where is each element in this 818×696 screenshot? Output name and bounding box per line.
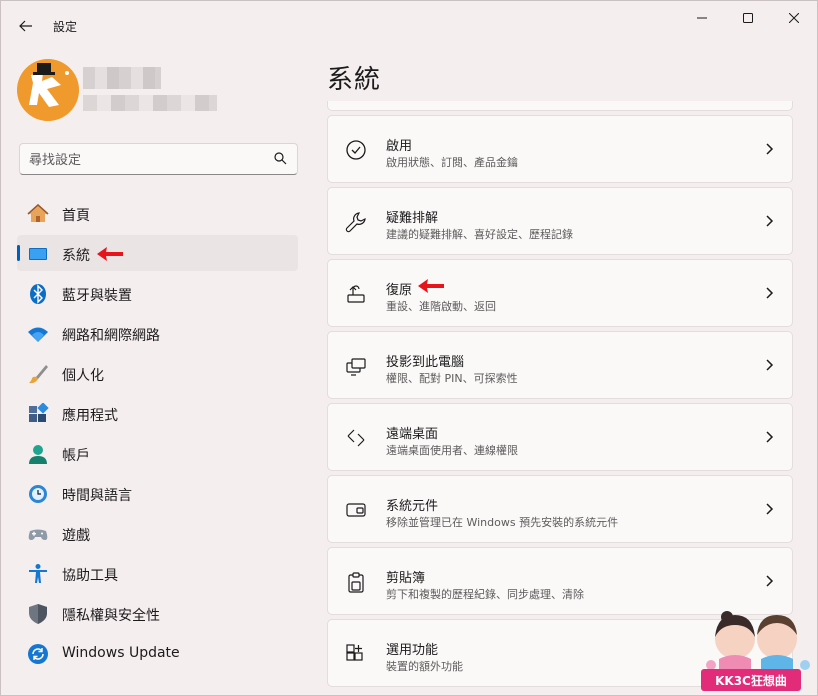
chevron-right-icon — [766, 359, 774, 371]
card-description: 啟用狀態、訂閱、產品金鑰 — [386, 156, 518, 169]
card-description: 裝置的額外功能 — [386, 660, 463, 673]
chevron-right-icon — [766, 575, 774, 587]
nav-label: Windows Update — [62, 645, 180, 661]
nav-item-network[interactable]: 網路和網際網路 — [17, 315, 298, 351]
nav-label: 藍牙與裝置 — [62, 288, 132, 304]
wifi-icon — [27, 323, 49, 345]
maximize-icon — [743, 13, 753, 23]
nav-item-windows-update[interactable]: Windows Update — [17, 635, 298, 671]
nav-label: 網路和網際網路 — [62, 328, 160, 344]
back-arrow-icon — [19, 20, 32, 32]
search-box[interactable] — [19, 143, 298, 175]
card-title: 系統元件 — [386, 499, 439, 514]
home-icon — [27, 203, 49, 225]
nav-item-privacy[interactable]: 隱私權與安全性 — [17, 595, 298, 631]
watermark-characters-icon — [706, 611, 810, 675]
remote-desktop-icon — [344, 426, 368, 450]
nav-item-system[interactable]: 系統 — [17, 235, 298, 271]
chevron-right-icon — [766, 503, 774, 515]
project-icon — [344, 354, 368, 378]
card-description: 重設、進階啟動、返回 — [386, 300, 496, 313]
search-icon[interactable] — [274, 152, 287, 165]
nav-label: 時間與語言 — [62, 488, 132, 504]
account-icon — [27, 443, 49, 465]
user-profile[interactable] — [17, 59, 297, 121]
nav-item-home[interactable]: 首頁 — [17, 195, 298, 231]
windows-update-icon — [27, 643, 49, 665]
optional-features-icon — [344, 642, 368, 666]
nav-item-accessibility[interactable]: 協助工具 — [17, 555, 298, 591]
card-previous-partial — [327, 101, 793, 111]
search-input[interactable] — [29, 150, 259, 170]
apps-icon — [27, 403, 49, 425]
blurred-user-name — [83, 67, 161, 89]
card-title: 復原 — [386, 283, 413, 298]
nav-item-accounts[interactable]: 帳戶 — [17, 435, 298, 471]
accessibility-icon — [27, 563, 49, 585]
clipboard-icon — [344, 570, 368, 594]
nav-label: 個人化 — [62, 368, 104, 384]
settings-window: 設定 尋找設定 首頁 系統 藍牙與裝置 網路和網際網路 個人化 應用程式 帳戶 … — [0, 0, 818, 696]
nav-label: 系統 — [62, 248, 90, 264]
card-description: 權限、配對 PIN、可探索性 — [386, 372, 518, 385]
activation-check-icon — [344, 138, 368, 162]
annotation-arrow-icon — [97, 247, 123, 261]
watermark-text: KK3C狂想曲 — [701, 669, 801, 691]
card-title: 投影到此電腦 — [386, 355, 465, 370]
card-description: 遠端桌面使用者、連線權限 — [386, 444, 518, 457]
nav-item-personalization[interactable]: 個人化 — [17, 355, 298, 391]
watermark-logo: KK3C狂想曲 — [701, 605, 818, 696]
nav-label: 協助工具 — [62, 568, 118, 584]
nav-item-bluetooth[interactable]: 藍牙與裝置 — [17, 275, 298, 311]
blurred-user-email — [83, 95, 217, 111]
close-icon — [789, 13, 799, 23]
chevron-right-icon — [766, 143, 774, 155]
system-display-icon — [27, 243, 49, 265]
nav-label: 隱私權與安全性 — [62, 608, 160, 624]
settings-card-recovery[interactable]: 復原 重設、進階啟動、返回 — [327, 259, 793, 327]
bluetooth-icon — [27, 283, 49, 305]
card-title: 啟用 — [386, 139, 413, 154]
time-language-icon — [27, 483, 49, 505]
chevron-right-icon — [766, 431, 774, 443]
avatar — [17, 59, 79, 121]
settings-card-project[interactable]: 投影到此電腦 權限、配對 PIN、可探索性 — [327, 331, 793, 399]
card-description: 建議的疑難排解、喜好設定、歷程記錄 — [386, 228, 573, 241]
sidebar-nav: 首頁 系統 藍牙與裝置 網路和網際網路 個人化 應用程式 帳戶 時間與語言 遊戲… — [17, 195, 298, 675]
recovery-icon — [344, 282, 368, 306]
minimize-button[interactable] — [679, 1, 725, 35]
settings-card-activation[interactable]: 啟用 啟用狀態、訂閱、產品金鑰 — [327, 115, 793, 183]
minimize-icon — [697, 17, 707, 19]
card-title: 剪貼簿 — [386, 571, 426, 586]
chevron-right-icon — [766, 287, 774, 299]
maximize-button[interactable] — [725, 1, 771, 35]
close-button[interactable] — [771, 1, 817, 35]
nav-label: 首頁 — [62, 208, 90, 224]
paintbrush-icon — [27, 363, 49, 385]
card-title: 選用功能 — [386, 643, 439, 658]
chevron-right-icon — [766, 215, 774, 227]
back-button[interactable] — [11, 11, 41, 41]
app-title: 設定 — [53, 20, 78, 34]
settings-card-troubleshoot[interactable]: 疑難排解 建議的疑難排解、喜好設定、歷程記錄 — [327, 187, 793, 255]
nav-item-gaming[interactable]: 遊戲 — [17, 515, 298, 551]
title-bar: 設定 — [1, 1, 817, 49]
settings-card-remote-desktop[interactable]: 遠端桌面 遠端桌面使用者、連線權限 — [327, 403, 793, 471]
annotation-arrow-icon — [418, 279, 444, 293]
shield-icon — [27, 603, 49, 625]
gamepad-icon — [27, 523, 49, 545]
system-components-icon — [344, 498, 368, 522]
card-title: 疑難排解 — [386, 211, 439, 226]
card-description: 移除並管理已在 Windows 預先安裝的系統元件 — [386, 516, 619, 529]
settings-card-system-components[interactable]: 系統元件 移除並管理已在 Windows 預先安裝的系統元件 — [327, 475, 793, 543]
card-description: 剪下和複製的歷程紀錄、同步處理、清除 — [386, 588, 584, 601]
nav-item-time-language[interactable]: 時間與語言 — [17, 475, 298, 511]
nav-label: 遊戲 — [62, 528, 90, 544]
page-title: 系統 — [327, 65, 382, 95]
nav-label: 帳戶 — [62, 448, 90, 464]
wrench-icon — [344, 210, 368, 234]
nav-item-apps[interactable]: 應用程式 — [17, 395, 298, 431]
nav-label: 應用程式 — [62, 408, 118, 424]
card-title: 遠端桌面 — [386, 427, 439, 442]
